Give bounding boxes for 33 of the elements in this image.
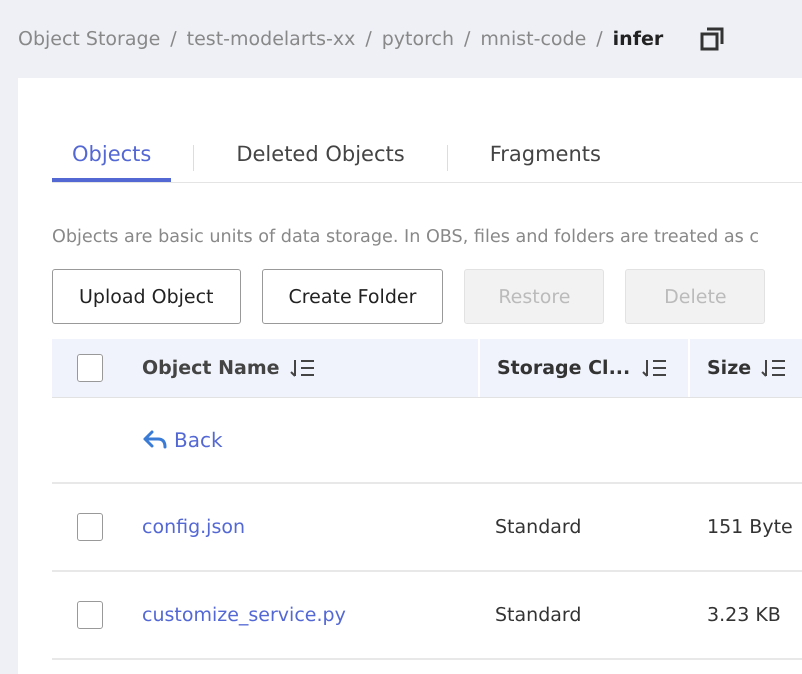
breadcrumb-link[interactable]: pytorch — [382, 28, 454, 50]
table-cell: 3.23 KB — [707, 604, 781, 626]
description-text: Objects are basic units of data storage. In OBS, files and folders are treated as c — [52, 227, 760, 247]
table-cell: 151 Byte — [707, 516, 793, 538]
sort-icon[interactable] — [642, 357, 668, 379]
file-link[interactable]: config.json — [128, 516, 246, 538]
tab[interactable]: Fragments — [470, 134, 621, 182]
back-arrow-icon[interactable] — [142, 429, 168, 451]
breadcrumb-link[interactable]: mnist-code — [480, 28, 586, 50]
back-link[interactable]: Back — [128, 428, 223, 452]
column-header[interactable]: Object Name — [128, 339, 478, 397]
checkbox[interactable] — [77, 601, 103, 629]
column-header[interactable]: Storage Cl... — [478, 339, 690, 397]
tab[interactable]: Objects — [52, 134, 172, 182]
checkbox[interactable] — [77, 513, 103, 541]
file-link[interactable]: customize_service.py — [128, 604, 346, 626]
breadcrumb-link[interactable]: test-modelarts-xx — [186, 28, 356, 50]
action-button[interactable]: Upload Object — [52, 269, 240, 324]
checkbox[interactable] — [77, 354, 103, 382]
breadcrumb-separator: / — [596, 28, 603, 50]
copy-icon[interactable] — [699, 26, 726, 52]
column-header[interactable]: Size — [690, 339, 802, 397]
breadcrumb-current: infer — [612, 28, 664, 50]
table-cell: Standard — [495, 516, 582, 538]
tab[interactable]: Deleted Objects — [216, 134, 425, 182]
breadcrumb-link[interactable]: Object Storage — [18, 28, 160, 50]
breadcrumb-separator: / — [464, 28, 470, 50]
sort-icon[interactable] — [290, 357, 316, 379]
breadcrumb-separator: / — [170, 28, 177, 50]
breadcrumb-separator: / — [365, 28, 372, 50]
action-button[interactable]: Create Folder — [262, 269, 444, 324]
table-cell: Standard — [495, 604, 582, 626]
sort-icon[interactable] — [761, 357, 788, 379]
